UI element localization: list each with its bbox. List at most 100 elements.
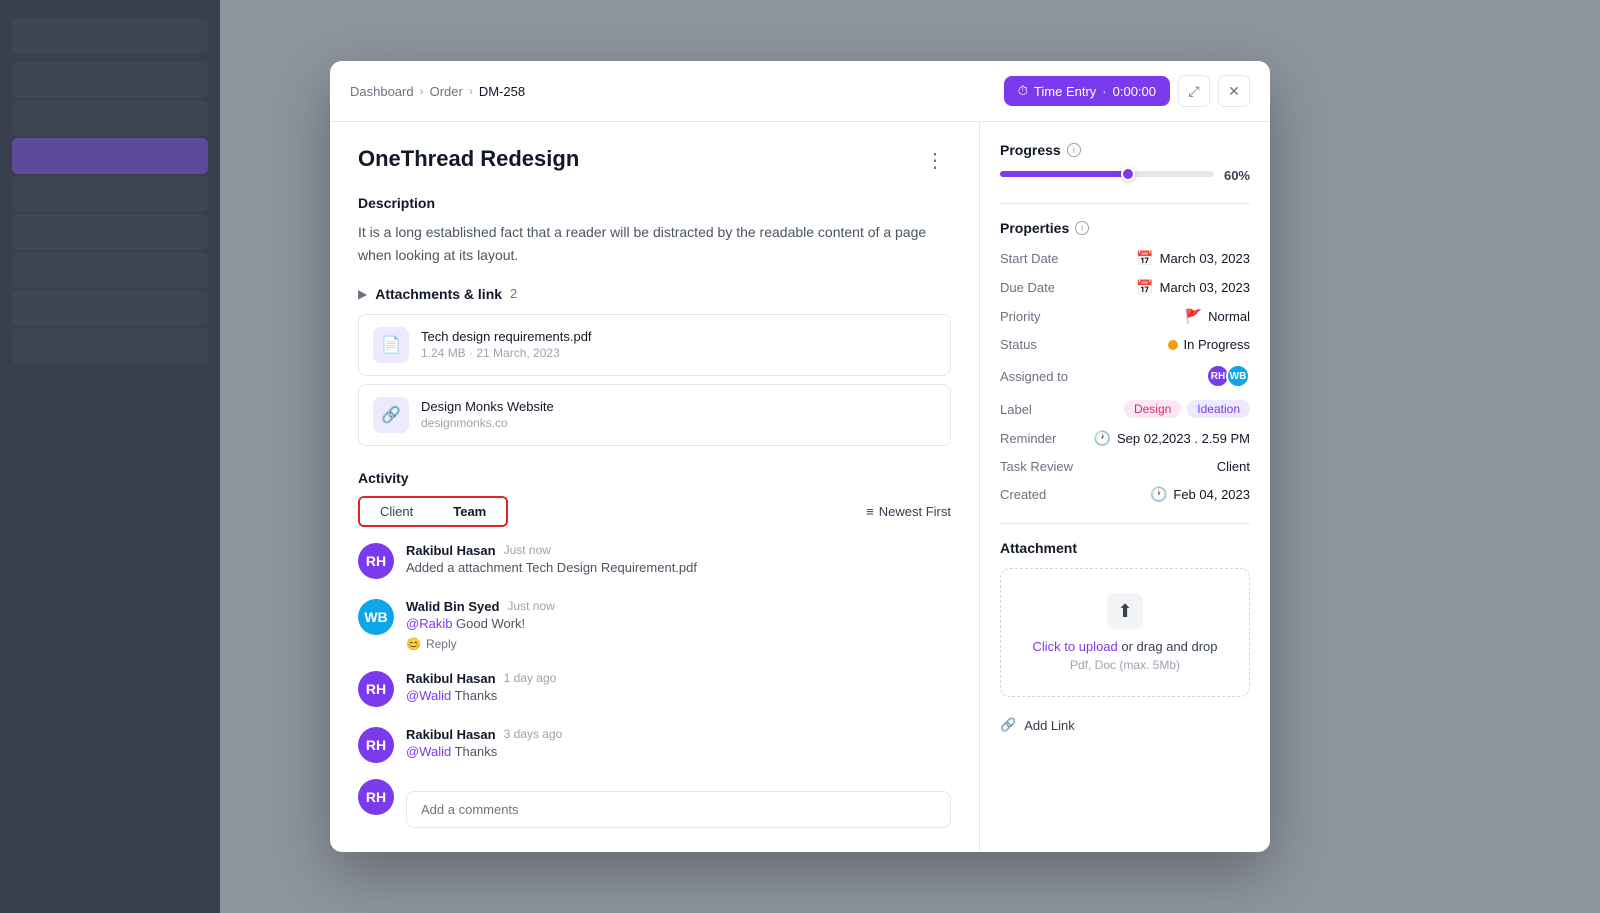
comment-text-2: @Rakib Good Work! <box>406 616 951 631</box>
progress-label: Progress <box>1000 142 1061 158</box>
calendar-icon-start: 📅 <box>1136 250 1153 267</box>
tab-client[interactable]: Client <box>360 498 433 525</box>
time-entry-button[interactable]: ⏱ Time Entry · 0:00:00 <box>1004 76 1170 106</box>
attachment-pdf-info: Tech design requirements.pdf 1.24 MB · 2… <box>421 329 936 360</box>
progress-header: Progress i <box>1000 142 1250 158</box>
activity-content-3: Rakibul Hasan 1 day ago @Walid Thanks <box>406 671 951 703</box>
activity-item-3: RH Rakibul Hasan 1 day ago @Walid Thanks <box>358 671 951 707</box>
activity-item-2: WB Walid Bin Syed Just now @Rakib Good W… <box>358 599 951 651</box>
attachment-pdf[interactable]: 📄 Tech design requirements.pdf 1.24 MB ·… <box>358 314 951 376</box>
prop-key-reminder: Reminder <box>1000 431 1090 446</box>
reminder-clock-icon: 🕐 <box>1094 430 1111 447</box>
avatar-rh-1: RH <box>358 543 394 579</box>
activity-header-4: Rakibul Hasan 3 days ago <box>406 727 951 742</box>
attachment-link-meta: designmonks.co <box>421 416 936 430</box>
prop-val-reminder[interactable]: 🕐 Sep 02,2023 . 2.59 PM <box>1094 430 1250 447</box>
assignee-avatar-2: WB <box>1226 364 1250 388</box>
prop-created: Created 🕐 Feb 04, 2023 <box>1000 486 1250 503</box>
modal-right-panel: Progress i 60% Properties <box>980 122 1270 852</box>
upload-text: Click to upload or drag and drop <box>1017 639 1233 654</box>
activity-item-4: RH Rakibul Hasan 3 days ago @Walid Thank… <box>358 727 951 763</box>
breadcrumb-dashboard[interactable]: Dashboard <box>350 84 414 99</box>
prop-val-start-date[interactable]: 📅 March 03, 2023 <box>1136 250 1250 267</box>
prop-key-status: Status <box>1000 337 1090 352</box>
upload-click-text[interactable]: Click to upload <box>1032 639 1117 654</box>
created-clock-icon: 🕐 <box>1150 486 1167 503</box>
modal-left-panel: OneThread Redesign ⋮ Description It is a… <box>330 122 980 852</box>
mention-rakib: @Rakib <box>406 616 452 631</box>
reply-label: Reply <box>426 637 457 651</box>
sort-button[interactable]: ≡ Newest First <box>866 504 951 519</box>
prop-val-due-date[interactable]: 📅 March 03, 2023 <box>1136 279 1250 296</box>
breadcrumb-sep2: › <box>469 84 473 98</box>
task-modal: Dashboard › Order › DM-258 ⏱ Time Entry … <box>330 61 1270 852</box>
prop-status: Status In Progress <box>1000 337 1250 352</box>
mention-walid-3: @Walid <box>406 688 451 703</box>
breadcrumb-order[interactable]: Order <box>430 84 463 99</box>
prop-priority: Priority 🚩 Normal <box>1000 308 1250 325</box>
progress-track[interactable] <box>1000 171 1214 177</box>
activity-tabs: Client Team ≡ Newest First <box>358 496 951 527</box>
modal-topbar: Dashboard › Order › DM-258 ⏱ Time Entry … <box>330 61 1270 122</box>
divider-2 <box>1000 523 1250 524</box>
attachment-upload-title: Attachment <box>1000 540 1250 556</box>
breadcrumb: Dashboard › Order › DM-258 <box>350 84 525 99</box>
expand-button[interactable]: ⤢ <box>1178 75 1210 107</box>
reply-button-2[interactable]: 😊 Reply <box>406 637 457 651</box>
prop-key-task-review: Task Review <box>1000 459 1090 474</box>
activity-label: Activity <box>358 470 951 486</box>
prop-key-due-date: Due Date <box>1000 280 1090 295</box>
prop-key-created: Created <box>1000 487 1090 502</box>
breadcrumb-sep1: › <box>420 84 424 98</box>
activity-header-2: Walid Bin Syed Just now <box>406 599 951 614</box>
clock-icon: ⏱ <box>1018 83 1028 99</box>
prop-val-task-review[interactable]: Client <box>1217 459 1250 474</box>
sort-icon: ≡ <box>866 504 874 519</box>
attachment-link-name: Design Monks Website <box>421 399 936 414</box>
close-button[interactable]: ✕ <box>1218 75 1250 107</box>
description-text: It is a long established fact that a rea… <box>358 221 951 266</box>
attachment-pdf-meta: 1.24 MB · 21 March, 2023 <box>421 346 936 360</box>
comment-author-3: Rakibul Hasan <box>406 671 496 686</box>
progress-value: 60% <box>1224 168 1250 183</box>
comment-text-3: @Walid Thanks <box>406 688 951 703</box>
activity-header-1: Rakibul Hasan Just now <box>406 543 951 558</box>
modal-body: OneThread Redesign ⋮ Description It is a… <box>330 122 1270 852</box>
upload-hint: Pdf, Doc (max. 5Mb) <box>1017 658 1233 672</box>
label-design[interactable]: Design <box>1124 400 1181 418</box>
more-options-button[interactable]: ⋮ <box>919 146 951 175</box>
assignee-avatars: RH WB <box>1206 364 1250 388</box>
priority-flag-icon: 🚩 <box>1185 308 1202 325</box>
activity-content-4: Rakibul Hasan 3 days ago @Walid Thanks <box>406 727 951 759</box>
prop-val-label[interactable]: Design Ideation <box>1124 400 1250 418</box>
progress-section: Progress i 60% <box>1000 142 1250 183</box>
add-link-button[interactable]: 🔗 Add Link <box>1000 709 1075 741</box>
link-icon: 🔗 <box>373 397 409 433</box>
sort-label: Newest First <box>879 504 951 519</box>
comment-input[interactable] <box>406 791 951 828</box>
comment-author-1: Rakibul Hasan <box>406 543 496 558</box>
prop-val-priority[interactable]: 🚩 Normal <box>1185 308 1250 325</box>
prop-key-assigned: Assigned to <box>1000 369 1090 384</box>
prop-val-status[interactable]: In Progress <box>1168 337 1250 352</box>
activity-content-1: Rakibul Hasan Just now Added a attachmen… <box>406 543 951 575</box>
task-title: OneThread Redesign <box>358 146 579 172</box>
activity-section: Activity Client Team ≡ Newest First <box>358 470 951 828</box>
activity-header-3: Rakibul Hasan 1 day ago <box>406 671 951 686</box>
add-link-label: Add Link <box>1024 718 1075 733</box>
upload-area[interactable]: ⬆ Click to upload or drag and drop Pdf, … <box>1000 568 1250 697</box>
activity-tab-group: Client Team <box>358 496 508 527</box>
prop-val-assigned[interactable]: RH WB <box>1206 364 1250 388</box>
comment-text-1: Added a attachment Tech Design Requireme… <box>406 560 951 575</box>
time-entry-time: 0:00:00 <box>1113 84 1156 99</box>
comment-time-4: 3 days ago <box>504 727 563 741</box>
attachments-header[interactable]: ▶ Attachments & link 2 <box>358 286 951 302</box>
label-ideation[interactable]: Ideation <box>1187 400 1250 418</box>
prop-reminder: Reminder 🕐 Sep 02,2023 . 2.59 PM <box>1000 430 1250 447</box>
tab-team[interactable]: Team <box>433 498 506 525</box>
prop-start-date: Start Date 📅 March 03, 2023 <box>1000 250 1250 267</box>
progress-info-icon: i <box>1067 143 1081 157</box>
upload-icon: ⬆ <box>1107 593 1143 629</box>
properties-info-icon: i <box>1075 221 1089 235</box>
attachment-link[interactable]: 🔗 Design Monks Website designmonks.co <box>358 384 951 446</box>
